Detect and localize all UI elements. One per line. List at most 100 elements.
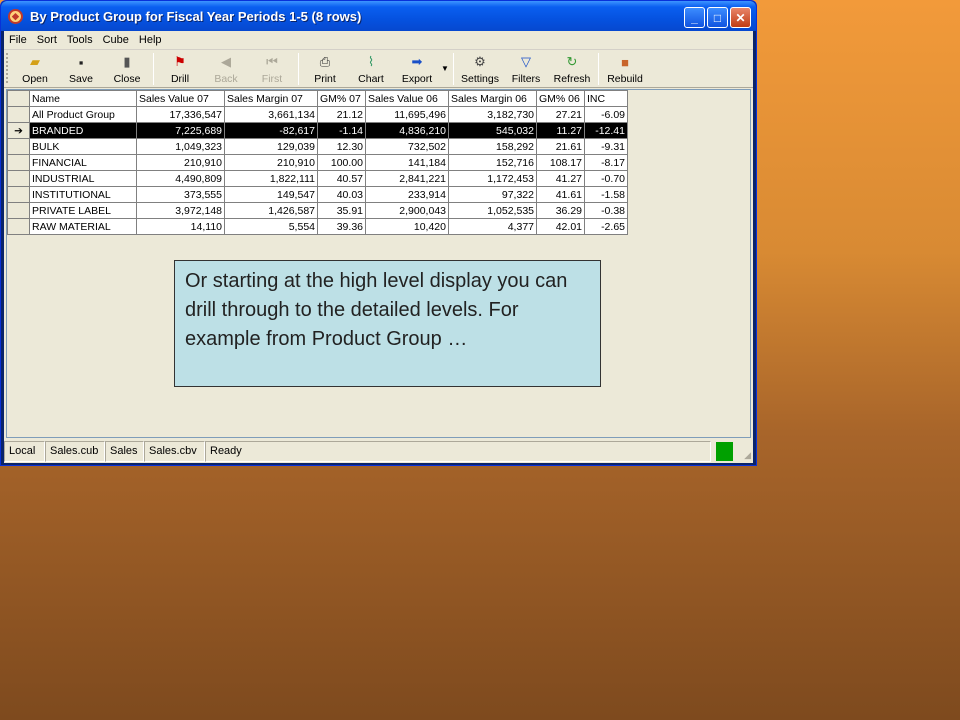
chart-button[interactable]: ⌇ Chart <box>348 51 394 87</box>
first-button[interactable]: ⏮ First <box>249 51 295 87</box>
cell-value[interactable]: 1,049,323 <box>136 138 225 155</box>
cell-value[interactable]: 4,490,809 <box>136 170 225 187</box>
column-header-sales-margin-06[interactable]: Sales Margin 06 <box>448 90 537 107</box>
toolbar-grip[interactable] <box>6 53 10 83</box>
cell-value[interactable]: 108.17 <box>536 154 585 171</box>
cell-value[interactable]: 5,554 <box>224 218 318 235</box>
cell-value[interactable]: 36.29 <box>536 202 585 219</box>
cell-value[interactable]: 210,910 <box>224 154 318 171</box>
cell-value[interactable]: 158,292 <box>448 138 537 155</box>
close-window-button[interactable]: ✕ <box>730 7 751 28</box>
resize-grip-icon[interactable]: ◢ <box>744 450 751 461</box>
cell-value[interactable]: 17,336,547 <box>136 106 225 123</box>
back-button[interactable]: ◀ Back <box>203 51 249 87</box>
cell-value[interactable]: 732,502 <box>365 138 449 155</box>
cell-value[interactable]: 7,225,689 <box>136 122 225 139</box>
cell-value[interactable]: -2.65 <box>584 218 628 235</box>
table-row[interactable]: RAW MATERIAL 14,110 5,554 39.36 10,420 4… <box>7 218 628 235</box>
cell-value[interactable]: -1.14 <box>317 122 366 139</box>
cell-value[interactable]: 545,032 <box>448 122 537 139</box>
column-header-sales-value-06[interactable]: Sales Value 06 <box>365 90 449 107</box>
cell-value[interactable]: 12.30 <box>317 138 366 155</box>
menu-help[interactable]: Help <box>134 34 167 46</box>
cell-value[interactable]: -0.70 <box>584 170 628 187</box>
cell-value[interactable]: 40.03 <box>317 186 366 203</box>
column-header-name[interactable]: Name <box>29 90 137 107</box>
menu-cube[interactable]: Cube <box>98 34 134 46</box>
cell-value[interactable]: 3,661,134 <box>224 106 318 123</box>
column-header-sales-margin-07[interactable]: Sales Margin 07 <box>224 90 318 107</box>
table-row[interactable]: PRIVATE LABEL 3,972,148 1,426,587 35.91 … <box>7 202 628 219</box>
cell-name[interactable]: BULK <box>29 138 137 155</box>
cell-value[interactable]: 149,547 <box>224 186 318 203</box>
cell-value[interactable]: 141,184 <box>365 154 449 171</box>
data-grid[interactable]: Name Sales Value 07 Sales Margin 07 GM% … <box>7 90 628 235</box>
cell-value[interactable]: -12.41 <box>584 122 628 139</box>
cell-name[interactable]: PRIVATE LABEL <box>29 202 137 219</box>
cell-name[interactable]: FINANCIAL <box>29 154 137 171</box>
cell-value[interactable]: 1,052,535 <box>448 202 537 219</box>
export-button[interactable]: ➡ Export <box>394 51 440 87</box>
cell-value[interactable]: 11.27 <box>536 122 585 139</box>
menu-file[interactable]: File <box>4 34 32 46</box>
cell-value[interactable]: 4,836,210 <box>365 122 449 139</box>
refresh-button[interactable]: ↻ Refresh <box>549 51 595 87</box>
cell-value[interactable]: -1.58 <box>584 186 628 203</box>
export-dropdown-icon[interactable]: ▼ <box>440 64 450 87</box>
cell-value[interactable]: 2,900,043 <box>365 202 449 219</box>
cell-value[interactable]: 1,172,453 <box>448 170 537 187</box>
cell-value[interactable]: 42.01 <box>536 218 585 235</box>
cell-value[interactable]: 39.36 <box>317 218 366 235</box>
cell-value[interactable]: -6.09 <box>584 106 628 123</box>
cell-name[interactable]: INSTITUTIONAL <box>29 186 137 203</box>
print-button[interactable]: ⎙ Print <box>302 51 348 87</box>
column-header-gm-07[interactable]: GM% 07 <box>317 90 366 107</box>
table-row[interactable]: INSTITUTIONAL 373,555 149,547 40.03 233,… <box>7 186 628 203</box>
cell-value[interactable]: 373,555 <box>136 186 225 203</box>
cell-value[interactable]: 4,377 <box>448 218 537 235</box>
cell-value[interactable]: 1,426,587 <box>224 202 318 219</box>
cell-value[interactable]: 129,039 <box>224 138 318 155</box>
cell-value[interactable]: 27.21 <box>536 106 585 123</box>
save-button[interactable]: ▪ Save <box>58 51 104 87</box>
app-icon[interactable]: ◆ <box>8 8 23 24</box>
table-row[interactable]: FINANCIAL 210,910 210,910 100.00 141,184… <box>7 154 628 171</box>
cell-name[interactable]: All Product Group <box>29 106 137 123</box>
cell-value[interactable]: -0.38 <box>584 202 628 219</box>
cell-value[interactable]: 41.61 <box>536 186 585 203</box>
table-row[interactable]: All Product Group 17,336,547 3,661,134 2… <box>7 106 628 123</box>
cell-name[interactable]: INDUSTRIAL <box>29 170 137 187</box>
minimize-button[interactable]: _ <box>684 7 705 28</box>
cell-value[interactable]: 97,322 <box>448 186 537 203</box>
cell-value[interactable]: 14,110 <box>136 218 225 235</box>
open-button[interactable]: ▰ Open <box>12 51 58 87</box>
drill-button[interactable]: ⚑ Drill <box>157 51 203 87</box>
column-header-gm-06[interactable]: GM% 06 <box>536 90 585 107</box>
cell-value[interactable]: 21.61 <box>536 138 585 155</box>
cell-value[interactable]: -9.31 <box>584 138 628 155</box>
cell-value[interactable]: 11,695,496 <box>365 106 449 123</box>
column-header-inc[interactable]: INC <box>584 90 628 107</box>
column-header-sales-value-07[interactable]: Sales Value 07 <box>136 90 225 107</box>
settings-button[interactable]: ⚙ Settings <box>457 51 503 87</box>
cell-name[interactable]: RAW MATERIAL <box>29 218 137 235</box>
cell-value[interactable]: 210,910 <box>136 154 225 171</box>
maximize-button[interactable]: □ <box>707 7 728 28</box>
cell-value[interactable]: 10,420 <box>365 218 449 235</box>
cell-value[interactable]: 233,914 <box>365 186 449 203</box>
cell-value[interactable]: -82,617 <box>224 122 318 139</box>
table-row[interactable]: BULK 1,049,323 129,039 12.30 732,502 158… <box>7 138 628 155</box>
cell-value[interactable]: 3,972,148 <box>136 202 225 219</box>
cell-value[interactable]: 40.57 <box>317 170 366 187</box>
title-bar[interactable]: ◆ By Product Group for Fiscal Year Perio… <box>1 1 756 31</box>
cell-value[interactable]: 21.12 <box>317 106 366 123</box>
filters-button[interactable]: ▽ Filters <box>503 51 549 87</box>
menu-tools[interactable]: Tools <box>62 34 98 46</box>
cell-value[interactable]: 2,841,221 <box>365 170 449 187</box>
table-row-selected[interactable]: ➔ BRANDED 7,225,689 -82,617 -1.14 4,836,… <box>7 122 628 139</box>
cell-value[interactable]: 3,182,730 <box>448 106 537 123</box>
cell-value[interactable]: 100.00 <box>317 154 366 171</box>
cell-value[interactable]: 41.27 <box>536 170 585 187</box>
table-row[interactable]: INDUSTRIAL 4,490,809 1,822,111 40.57 2,8… <box>7 170 628 187</box>
cell-name[interactable]: BRANDED <box>29 122 137 139</box>
